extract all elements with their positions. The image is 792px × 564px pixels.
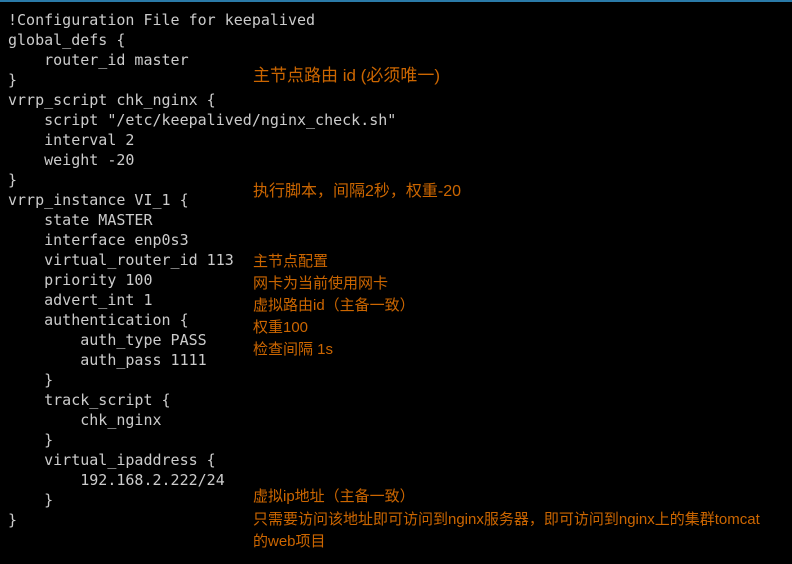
config-line: interval 2 [8, 130, 792, 150]
annotation-interface: 网卡为当前使用网卡 [253, 274, 388, 294]
annotation-vip: 虚拟ip地址（主备一致） [253, 487, 415, 507]
annotation-priority: 权重100 [253, 318, 308, 338]
config-file-text: !Configuration File for keepalived globa… [8, 10, 792, 530]
config-line: virtual_ipaddress { [8, 450, 792, 470]
annotation-vip-desc: 只需要访问该地址即可访问到nginx服务器，即可访问到nginx上的集群tomc… [253, 509, 773, 553]
annotation-script: 执行脚本，间隔2秒，权重-20 [253, 182, 461, 202]
config-line: virtual_router_id 113 [8, 250, 792, 270]
config-line: state MASTER [8, 210, 792, 230]
annotation-advert: 检查间隔 1s [253, 340, 333, 360]
config-line: script "/etc/keepalived/nginx_check.sh" [8, 110, 792, 130]
annotation-vrid: 虚拟路由id（主备一致） [253, 296, 415, 316]
config-line: auth_type PASS [8, 330, 792, 350]
config-line: } [8, 370, 792, 390]
annotation-router-id: 主节点路由 id (必须唯一) [253, 66, 440, 86]
config-line: } [8, 430, 792, 450]
config-line: priority 100 [8, 270, 792, 290]
config-line: !Configuration File for keepalived [8, 10, 792, 30]
config-line: track_script { [8, 390, 792, 410]
config-line: global_defs { [8, 30, 792, 50]
config-line: weight -20 [8, 150, 792, 170]
config-line: interface enp0s3 [8, 230, 792, 250]
config-line: chk_nginx [8, 410, 792, 430]
annotation-master: 主节点配置 [253, 252, 328, 272]
config-line: auth_pass 1111 [8, 350, 792, 370]
config-line: vrrp_script chk_nginx { [8, 90, 792, 110]
